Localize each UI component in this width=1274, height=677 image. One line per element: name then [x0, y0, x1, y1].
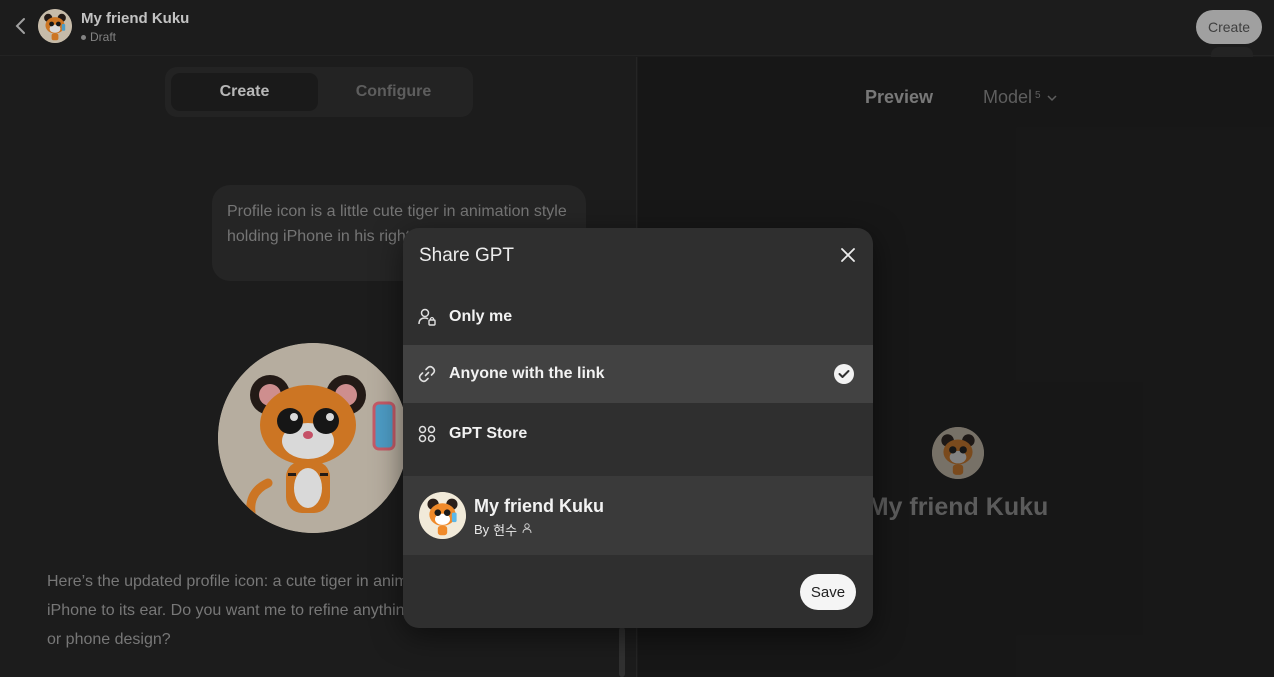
option-only-me[interactable]: Only me — [403, 288, 873, 346]
check-icon — [834, 364, 854, 384]
close-button[interactable] — [839, 246, 857, 264]
link-icon — [417, 364, 437, 384]
tiger-avatar-icon — [419, 492, 466, 539]
gpt-card-name: My friend Kuku — [474, 496, 605, 516]
option-label: Anyone with the link — [449, 365, 605, 382]
dialog-title: Share GPT — [419, 245, 515, 266]
author-prefix: By — [474, 522, 490, 537]
option-gpt-store[interactable]: GPT Store — [403, 405, 873, 463]
option-label: Only me — [449, 308, 513, 325]
close-icon — [841, 248, 855, 262]
app-root: My friend Kuku Draft Create M↓ Create Co… — [0, 0, 1274, 677]
person-icon — [521, 522, 533, 537]
grid-icon — [417, 424, 437, 444]
save-button[interactable]: Save — [800, 574, 856, 610]
share-gpt-dialog: Share GPT Only me Anyone with the link G… — [403, 228, 873, 628]
option-label: GPT Store — [449, 425, 528, 442]
author-name: 현수 — [493, 523, 518, 538]
gpt-summary-card: My friend Kuku By 현수 — [403, 476, 873, 555]
gpt-card-avatar — [419, 492, 466, 539]
option-anyone-with-link[interactable]: Anyone with the link — [403, 345, 873, 403]
gpt-card-author: By 현수 — [474, 520, 533, 539]
user-lock-icon — [417, 307, 437, 327]
